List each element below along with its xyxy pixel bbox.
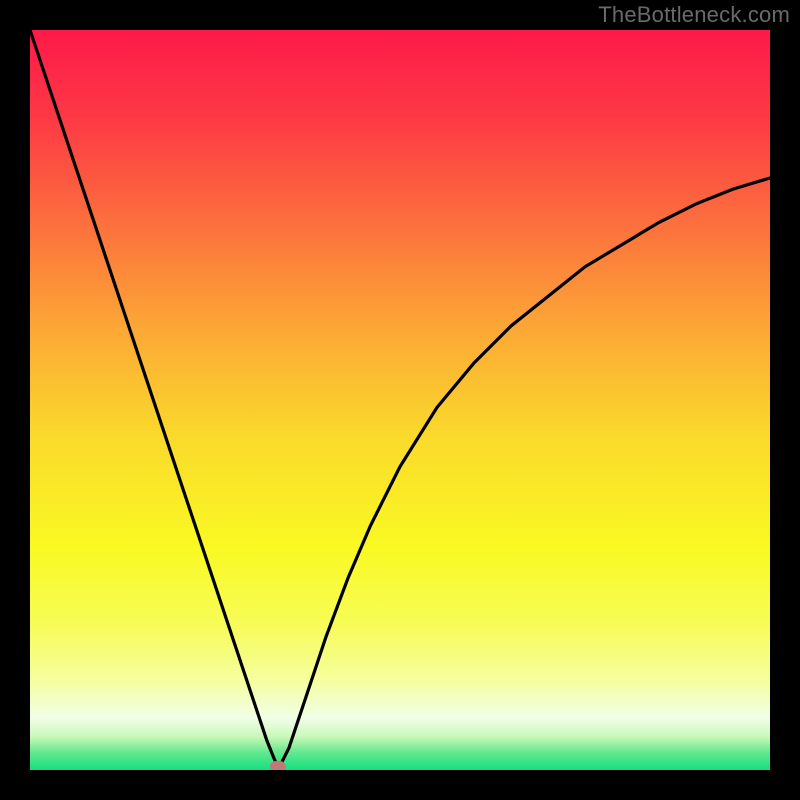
watermark-text: TheBottleneck.com	[598, 2, 790, 28]
chart-frame: TheBottleneck.com	[0, 0, 800, 800]
gradient-background	[30, 30, 770, 770]
bottleneck-chart	[30, 30, 770, 770]
